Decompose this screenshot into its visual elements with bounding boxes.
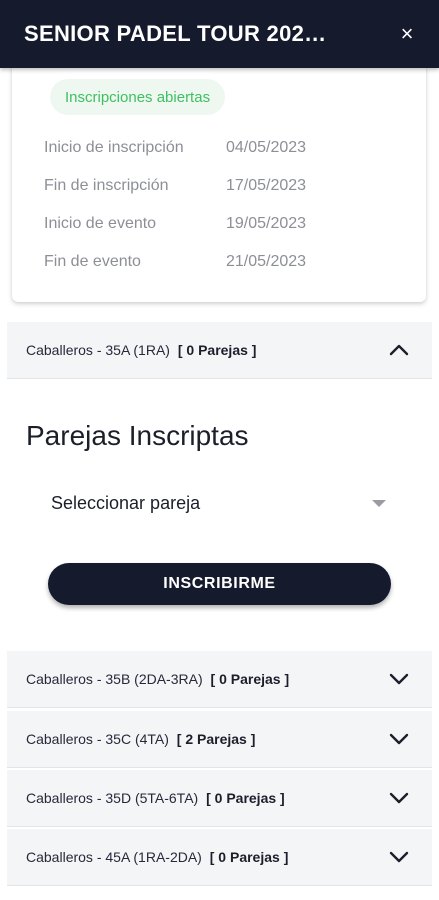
info-value: 17/05/2023 xyxy=(226,177,307,194)
chevron-down-icon[interactable] xyxy=(388,728,410,750)
info-row-inicio-evento: Inicio de evento 19/05/2023 xyxy=(44,215,306,233)
chevron-down-icon[interactable] xyxy=(388,846,410,868)
panel-title: Parejas Inscriptas xyxy=(26,420,249,451)
category-label: Caballeros - 35A (1RA) [ 0 Parejas ] xyxy=(26,342,256,358)
category-count: [ 0 Parejas ] xyxy=(177,342,257,358)
close-icon[interactable]: × xyxy=(395,21,419,46)
info-label: Fin de inscripción xyxy=(44,177,169,194)
category-name: Caballeros - 45A (1RA-2DA) xyxy=(26,849,202,865)
category-accordion-35c[interactable]: Caballeros - 35C (4TA) [ 2 Parejas ] xyxy=(7,711,432,768)
pair-select[interactable]: Seleccionar pareja xyxy=(40,484,392,522)
info-value: 04/05/2023 xyxy=(226,139,307,156)
info-label: Inicio de evento xyxy=(44,215,157,232)
category-accordion-35b[interactable]: Caballeros - 35B (2DA-3RA) [ 0 Parejas ] xyxy=(7,651,432,708)
category-count: [ 0 Parejas ] xyxy=(206,790,285,806)
category-count: [ 2 Parejas ] xyxy=(176,731,256,747)
chevron-down-icon[interactable] xyxy=(388,787,410,809)
info-row-fin-evento: Fin de evento 21/05/2023 xyxy=(44,253,306,271)
category-count: [ 0 Parejas ] xyxy=(209,849,289,865)
info-row-fin-inscripcion: Fin de inscripción 17/05/2023 xyxy=(44,177,306,195)
status-badge: Inscripciones abiertas xyxy=(50,79,226,115)
info-value: 21/05/2023 xyxy=(226,253,307,270)
app-header: SENIOR PADEL TOUR 202… × xyxy=(0,0,439,68)
category-name: Caballeros - 35D (5TA-6TA) xyxy=(26,790,199,806)
info-row-inicio-inscripcion: Inicio de inscripción 04/05/2023 xyxy=(44,139,306,157)
dropdown-caret-icon xyxy=(372,499,386,507)
category-name: Caballeros - 35B (2DA-3RA) xyxy=(26,671,203,687)
chevron-down-icon[interactable] xyxy=(388,668,410,690)
category-accordion-35a[interactable]: Caballeros - 35A (1RA) [ 0 Parejas ] xyxy=(7,322,432,379)
category-accordion-35d[interactable]: Caballeros - 35D (5TA-6TA) [ 0 Parejas ] xyxy=(7,770,432,827)
category-label: Caballeros - 45A (1RA-2DA) [ 0 Parejas ] xyxy=(26,849,288,865)
category-accordion-45a[interactable]: Caballeros - 45A (1RA-2DA) [ 0 Parejas ] xyxy=(7,829,432,886)
category-name: Caballeros - 35C (4TA) xyxy=(26,731,169,747)
select-placeholder: Seleccionar pareja xyxy=(51,492,201,513)
event-info-card: Inscripciones abiertas Inicio de inscrip… xyxy=(12,62,426,302)
category-name: Caballeros - 35A (1RA) xyxy=(26,342,170,358)
info-value: 19/05/2023 xyxy=(226,215,307,232)
category-label: Caballeros - 35B (2DA-3RA) [ 0 Parejas ] xyxy=(26,671,289,687)
category-label: Caballeros - 35C (4TA) [ 2 Parejas ] xyxy=(26,731,255,747)
page-title: SENIOR PADEL TOUR 202… xyxy=(24,21,327,46)
info-label: Fin de evento xyxy=(44,253,141,270)
category-count: [ 0 Parejas ] xyxy=(210,671,290,687)
chevron-up-icon[interactable] xyxy=(388,339,410,361)
register-button[interactable]: INSCRIBIRME xyxy=(48,563,391,605)
category-label: Caballeros - 35D (5TA-6TA) [ 0 Parejas ] xyxy=(26,790,285,806)
info-label: Inicio de inscripción xyxy=(44,139,184,156)
